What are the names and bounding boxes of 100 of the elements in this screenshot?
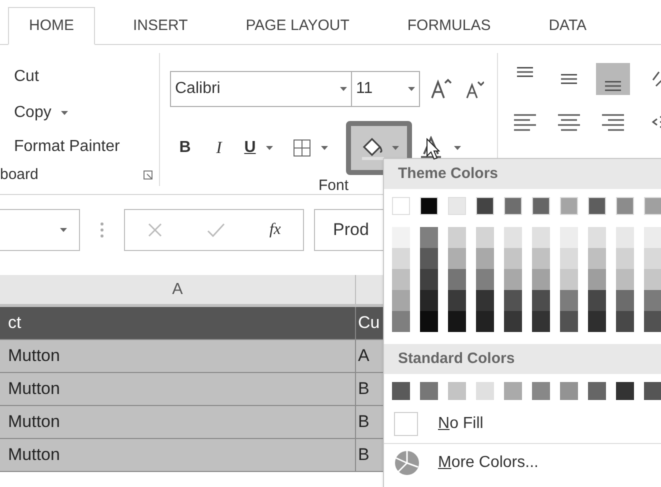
color-swatch[interactable] bbox=[476, 269, 494, 290]
color-swatch[interactable] bbox=[392, 269, 410, 290]
color-swatch[interactable] bbox=[504, 197, 522, 215]
dropdown-caret-icon[interactable] bbox=[60, 228, 67, 232]
ribbon-tab[interactable]: HOME bbox=[8, 7, 95, 45]
color-swatch[interactable] bbox=[644, 227, 661, 248]
color-swatch[interactable] bbox=[532, 269, 550, 290]
color-swatch[interactable] bbox=[476, 227, 494, 248]
color-swatch[interactable] bbox=[392, 290, 410, 311]
color-swatch[interactable] bbox=[616, 311, 634, 332]
color-swatch[interactable] bbox=[616, 382, 634, 400]
color-swatch[interactable] bbox=[588, 227, 606, 248]
no-fill-swatch[interactable] bbox=[394, 412, 418, 436]
italic-button[interactable]: I bbox=[204, 135, 234, 161]
color-swatch[interactable] bbox=[392, 382, 410, 400]
color-swatch[interactable] bbox=[448, 311, 466, 332]
color-swatch[interactable] bbox=[560, 290, 578, 311]
color-swatch[interactable] bbox=[392, 197, 410, 215]
more-icon[interactable] bbox=[100, 222, 104, 238]
dialog-launcher-icon[interactable] bbox=[143, 170, 153, 180]
color-swatch[interactable] bbox=[588, 269, 606, 290]
color-swatch[interactable] bbox=[644, 311, 661, 332]
borders-icon[interactable] bbox=[293, 139, 311, 157]
color-swatch[interactable] bbox=[588, 382, 606, 400]
shrink-font-icon[interactable] bbox=[464, 79, 484, 99]
cut-button[interactable]: Cut bbox=[14, 65, 159, 89]
color-swatch[interactable] bbox=[392, 227, 410, 248]
color-swatch[interactable] bbox=[420, 227, 438, 248]
color-swatch[interactable] bbox=[420, 311, 438, 332]
more-colors-option[interactable]: More Colors... bbox=[438, 451, 538, 475]
color-swatch[interactable] bbox=[448, 227, 466, 248]
color-swatch[interactable] bbox=[532, 382, 550, 400]
color-swatch[interactable] bbox=[476, 311, 494, 332]
ribbon-tab[interactable]: DATA bbox=[528, 7, 606, 45]
dropdown-caret-icon[interactable] bbox=[266, 146, 273, 150]
ribbon-tab[interactable]: PAGE LAYOUT bbox=[226, 7, 370, 45]
color-swatch[interactable] bbox=[448, 382, 466, 400]
color-swatch[interactable] bbox=[588, 311, 606, 332]
copy-button[interactable]: Copy bbox=[14, 101, 52, 125]
color-swatch[interactable] bbox=[448, 197, 466, 215]
color-swatch[interactable] bbox=[448, 248, 466, 269]
color-swatch[interactable] bbox=[588, 290, 606, 311]
bold-button[interactable]: B bbox=[170, 136, 200, 160]
color-swatch[interactable] bbox=[420, 248, 438, 269]
color-swatch[interactable] bbox=[532, 227, 550, 248]
color-swatch[interactable] bbox=[644, 290, 661, 311]
color-swatch[interactable] bbox=[504, 227, 522, 248]
color-swatch[interactable] bbox=[532, 311, 550, 332]
color-swatch[interactable] bbox=[532, 290, 550, 311]
color-swatch[interactable] bbox=[588, 197, 606, 215]
underline-button[interactable]: U bbox=[238, 136, 262, 160]
format-painter-button[interactable]: Format Painter bbox=[14, 135, 159, 159]
dropdown-caret-icon[interactable] bbox=[61, 111, 68, 115]
dropdown-caret-icon[interactable] bbox=[408, 87, 415, 91]
color-swatch[interactable] bbox=[644, 382, 661, 400]
font-size-field[interactable]: 11 bbox=[352, 71, 420, 107]
color-swatch[interactable] bbox=[504, 269, 522, 290]
dropdown-caret-icon[interactable] bbox=[340, 87, 347, 91]
color-swatch[interactable] bbox=[504, 248, 522, 269]
color-swatch[interactable] bbox=[392, 311, 410, 332]
check-icon[interactable] bbox=[207, 222, 226, 238]
color-swatch[interactable] bbox=[644, 248, 661, 269]
color-swatch[interactable] bbox=[644, 197, 661, 215]
grow-font-icon[interactable] bbox=[430, 78, 452, 100]
no-fill-option[interactable]: No Fill bbox=[438, 412, 484, 436]
dropdown-caret-icon[interactable] bbox=[454, 146, 461, 150]
dropdown-caret-icon[interactable] bbox=[392, 146, 398, 150]
cancel-icon[interactable] bbox=[147, 222, 164, 238]
color-swatch[interactable] bbox=[476, 197, 494, 215]
color-swatch[interactable] bbox=[448, 290, 466, 311]
color-swatch[interactable] bbox=[476, 290, 494, 311]
ribbon-tab[interactable]: FORMULAS bbox=[387, 7, 511, 45]
color-swatch[interactable] bbox=[420, 269, 438, 290]
color-swatch[interactable] bbox=[476, 382, 494, 400]
color-swatch[interactable] bbox=[420, 290, 438, 311]
insert-function-button[interactable]: fx bbox=[269, 218, 281, 242]
color-swatch[interactable] bbox=[616, 248, 634, 269]
color-swatch[interactable] bbox=[560, 382, 578, 400]
color-swatch[interactable] bbox=[616, 269, 634, 290]
color-swatch[interactable] bbox=[616, 227, 634, 248]
color-swatch[interactable] bbox=[476, 248, 494, 269]
color-swatch[interactable] bbox=[420, 382, 438, 400]
color-swatch[interactable] bbox=[532, 248, 550, 269]
color-swatch[interactable] bbox=[504, 290, 522, 311]
color-swatch[interactable] bbox=[420, 197, 438, 215]
dropdown-caret-icon[interactable] bbox=[321, 146, 328, 150]
color-swatch[interactable] bbox=[644, 269, 661, 290]
color-swatch[interactable] bbox=[560, 248, 578, 269]
font-name-field[interactable]: Calibri bbox=[170, 71, 352, 107]
align-button[interactable] bbox=[596, 63, 630, 95]
color-swatch[interactable] bbox=[560, 227, 578, 248]
color-swatch[interactable] bbox=[504, 382, 522, 400]
color-swatch[interactable] bbox=[588, 248, 606, 269]
color-swatch[interactable] bbox=[616, 290, 634, 311]
color-swatch[interactable] bbox=[392, 248, 410, 269]
color-swatch[interactable] bbox=[560, 197, 578, 215]
color-swatch[interactable] bbox=[532, 197, 550, 215]
color-swatch[interactable] bbox=[560, 311, 578, 332]
color-swatch[interactable] bbox=[504, 311, 522, 332]
color-swatch[interactable] bbox=[560, 269, 578, 290]
